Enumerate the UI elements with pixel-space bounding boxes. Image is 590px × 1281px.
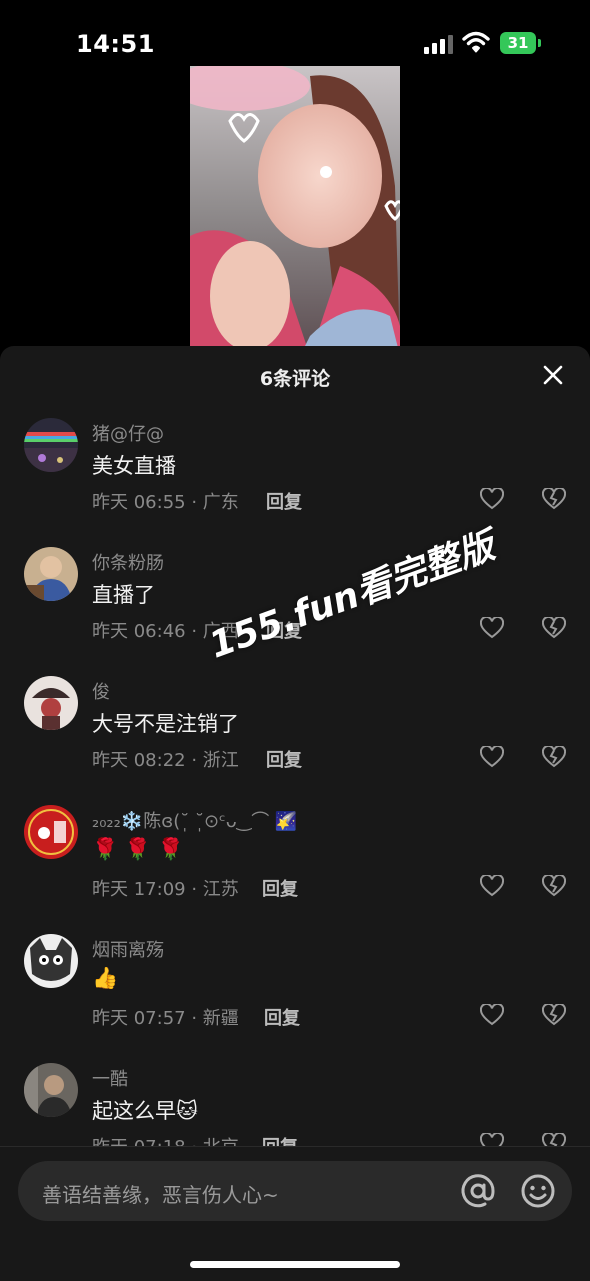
emoji-icon[interactable] [518, 1171, 558, 1211]
comment-item: 烟雨离殇 👍 昨天 07:57 · 新疆 回复 [0, 934, 590, 1062]
avatar[interactable] [24, 547, 78, 601]
comment-meta: 昨天 08:22 · 浙江 [92, 750, 239, 771]
battery-indicator: 31 [500, 32, 542, 54]
comment-item: 俊 大号不是注销了 昨天 08:22 · 浙江 回复 [0, 676, 590, 804]
comment-item: ₂₀₂₂❄️陈ɞ(˘̩ ˘̩⊙ᶜᴗ‿⌒ 🌠 🌹 🌹 🌹 昨天 17:09 · 江… [0, 805, 590, 933]
comment-meta: 昨天 07:57 · 新疆 [92, 1008, 239, 1029]
comment-username[interactable]: 你条粉肠 [92, 549, 164, 575]
reply-button[interactable]: 回复 [264, 1004, 300, 1030]
comment-text: 起这么早🐱 [92, 1099, 198, 1123]
broken-heart-icon[interactable] [542, 875, 566, 897]
comment-input-placeholder: 善语结善缘，恶言伤人心~ [42, 1183, 279, 1207]
avatar[interactable] [24, 805, 78, 859]
video-thumbnail[interactable] [190, 66, 400, 356]
comment-username[interactable]: 猪@仔@ [92, 420, 164, 446]
at-mention-icon[interactable] [458, 1171, 498, 1211]
broken-heart-icon[interactable] [542, 746, 566, 768]
cellular-signal-icon [424, 35, 453, 54]
comment-meta: 昨天 17:09 · 江苏 [92, 879, 239, 900]
broken-heart-icon[interactable] [542, 488, 566, 510]
avatar[interactable] [24, 934, 78, 988]
comment-text: 🌹 🌹 🌹 [92, 837, 184, 861]
reply-button[interactable]: 回复 [262, 875, 298, 901]
battery-level: 31 [500, 32, 536, 54]
comment-username[interactable]: 一酷 [92, 1065, 128, 1091]
heart-icon[interactable] [480, 488, 504, 510]
comments-count-title: 6条评论 [259, 368, 331, 390]
comment-username[interactable]: 烟雨离殇 [92, 936, 164, 962]
close-icon[interactable] [542, 364, 564, 386]
avatar[interactable] [24, 1063, 78, 1117]
wifi-icon [462, 31, 490, 53]
comments-sheet: 6条评论 猪@仔@ 美女直播 昨天 06:55 · 广东 回复 你条粉肠 直播了… [0, 346, 590, 1280]
comment-text: 大号不是注销了 [92, 712, 239, 736]
heart-icon[interactable] [480, 875, 504, 897]
comment-username[interactable]: ₂₀₂₂❄️陈ɞ(˘̩ ˘̩⊙ᶜᴗ‿⌒ 🌠 [92, 807, 297, 833]
broken-heart-icon[interactable] [542, 617, 566, 639]
comment-text: 👍 [92, 966, 119, 990]
comment-item: 一酷 起这么早🐱 昨天 07:18 · 北京 回复 [0, 1063, 590, 1147]
reply-button[interactable]: 回复 [266, 746, 302, 772]
broken-heart-icon[interactable] [542, 1004, 566, 1026]
heart-icon[interactable] [480, 617, 504, 639]
reply-button[interactable]: 回复 [266, 488, 302, 514]
heart-icon[interactable] [480, 1133, 504, 1147]
status-time: 14:51 [76, 30, 155, 58]
home-indicator [190, 1261, 400, 1268]
comment-text: 美女直播 [92, 454, 176, 478]
battery-tip [538, 39, 541, 47]
avatar[interactable] [24, 418, 78, 472]
broken-heart-icon[interactable] [542, 1133, 566, 1147]
comment-item: 猪@仔@ 美女直播 昨天 06:55 · 广东 回复 [0, 418, 590, 546]
avatar[interactable] [24, 676, 78, 730]
comment-input-bar: 善语结善缘，恶言伤人心~ [0, 1146, 590, 1281]
heart-icon[interactable] [480, 1004, 504, 1026]
video-thumbnail-image [190, 66, 400, 356]
reply-button[interactable]: 回复 [262, 1133, 298, 1147]
comment-meta: 昨天 06:55 · 广东 [92, 492, 239, 513]
comment-username[interactable]: 俊 [92, 678, 110, 704]
comment-input[interactable]: 善语结善缘，恶言伤人心~ [18, 1161, 572, 1221]
comment-meta: 昨天 07:18 · 北京 [92, 1133, 239, 1147]
comment-text: 直播了 [92, 583, 155, 607]
heart-icon[interactable] [480, 746, 504, 768]
